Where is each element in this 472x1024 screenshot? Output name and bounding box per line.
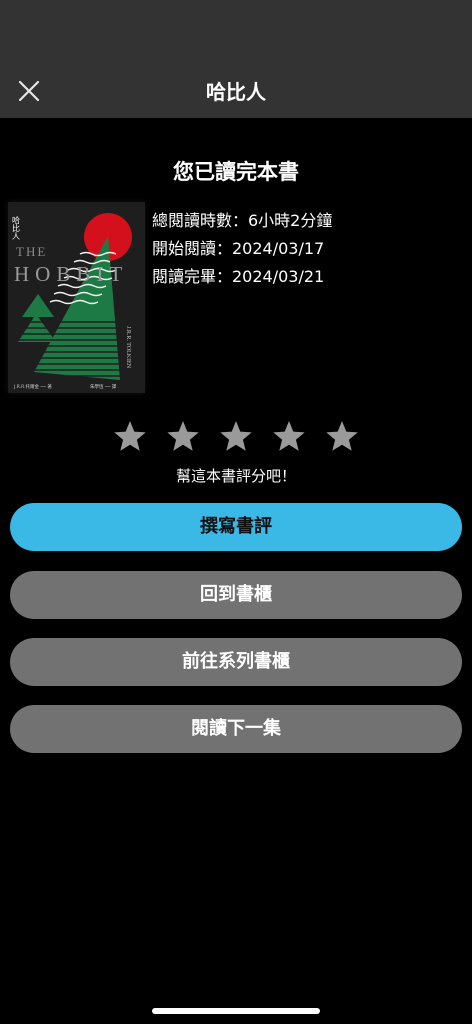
- cover-bottom-right: 朱學恆 ── 譯: [90, 383, 117, 390]
- header-title: 哈比人: [206, 80, 266, 104]
- home-indicator[interactable]: [152, 1008, 320, 1014]
- reading-stats: 總閱讀時數：6小時2分鐘 開始閱讀：2024/03/17 閱讀完畢：2024/0…: [152, 209, 462, 293]
- cover-author-spine: J.R.R. TOLKIEN: [125, 326, 131, 369]
- star-icon: [220, 421, 252, 451]
- write-review-button[interactable]: 撰寫書評: [10, 503, 462, 551]
- cover-vertical-title: 哈比人: [12, 215, 21, 240]
- rating-star-2[interactable]: [165, 418, 201, 454]
- cover-title-line2: HOBBIT: [14, 262, 128, 286]
- series-shelf-button[interactable]: 前往系列書櫃: [10, 638, 462, 686]
- star-icon: [273, 421, 305, 451]
- book-cover-art: 哈比人 THE HOBBIT J.R.R. TOLKIEN J.R.R.托爾金 …: [8, 202, 145, 393]
- completion-title: 您已讀完本書: [173, 160, 299, 184]
- header-bar: 哈比人: [0, 62, 472, 118]
- star-rating: [0, 418, 472, 454]
- star-icon: [326, 421, 358, 451]
- status-bar: [0, 0, 472, 62]
- cover-title-line1: THE: [16, 244, 47, 259]
- rating-star-5[interactable]: [324, 418, 360, 454]
- finish-reading-date: 閱讀完畢：2024/03/21: [152, 267, 325, 286]
- rating-star-3[interactable]: [218, 418, 254, 454]
- star-icon: [167, 421, 199, 451]
- reading-complete-screen: 哈比人 您已讀完本書 哈比人 THE HOBBIT J.R.R. TOLKIEN…: [0, 0, 472, 1024]
- start-reading-date: 開始閱讀：2024/03/17: [152, 239, 325, 258]
- total-reading-time: 總閱讀時數：6小時2分鐘: [152, 211, 333, 230]
- back-to-shelf-button[interactable]: 回到書櫃: [10, 571, 462, 619]
- read-next-volume-button[interactable]: 閱讀下一集: [10, 705, 462, 753]
- rating-hint: 幫這本書評分吧！: [175, 467, 296, 485]
- book-cover: 哈比人 THE HOBBIT J.R.R. TOLKIEN J.R.R.托爾金 …: [8, 202, 145, 393]
- rating-star-1[interactable]: [112, 418, 148, 454]
- cover-bottom-left: J.R.R.托爾金 ── 著: [13, 383, 52, 390]
- star-icon: [114, 421, 146, 451]
- rating-star-4[interactable]: [271, 418, 307, 454]
